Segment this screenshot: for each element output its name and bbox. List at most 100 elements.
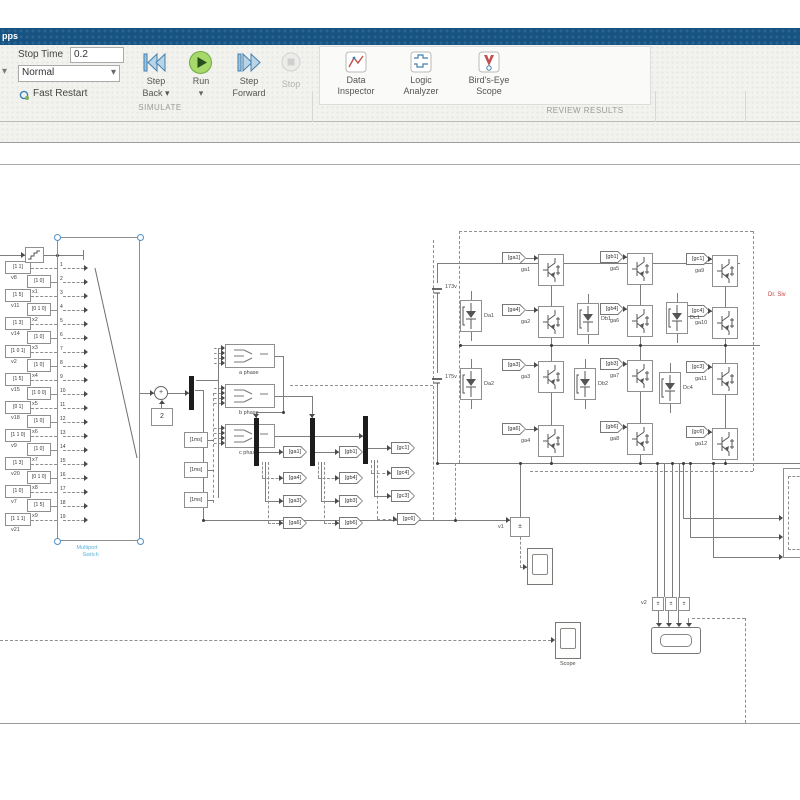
igbt-ga9[interactable] — [712, 255, 738, 287]
diode-Dc4[interactable] — [659, 372, 681, 404]
diode-label: Dc1 — [690, 315, 700, 321]
dc-source[interactable] — [431, 283, 443, 301]
goto-tag[interactable]: [gc3] — [391, 490, 415, 502]
from-tag[interactable]: [ga3] — [502, 359, 526, 371]
delay-block[interactable]: [1ms] — [184, 492, 208, 508]
goto-tag[interactable]: [gc1] — [391, 442, 415, 454]
voltage-measurement-v2[interactable]: ± — [678, 597, 690, 611]
diode-Db1[interactable] — [577, 303, 599, 335]
goto-tag[interactable]: [ga3] — [283, 495, 307, 507]
constant-block[interactable]: [1 0 1] — [5, 345, 31, 358]
wire-arrowhead — [84, 503, 88, 509]
demux-bar[interactable] — [254, 418, 259, 466]
constant-label: x4 — [32, 373, 38, 379]
phase-subsystem[interactable] — [225, 424, 275, 448]
constant-block[interactable]: [1 1 1] — [5, 513, 31, 526]
phase-subsystem[interactable] — [225, 384, 275, 408]
igbt-ga1[interactable] — [538, 254, 564, 286]
igbt-ga12[interactable] — [712, 428, 738, 460]
from-tag[interactable]: [gc3] — [686, 361, 710, 373]
constant-block[interactable]: [1 3] — [5, 317, 31, 330]
constant-label: x5 — [32, 401, 38, 407]
constant-block[interactable]: [1 0] — [27, 275, 51, 288]
igbt-ga7[interactable] — [627, 360, 653, 392]
igbt-ga6[interactable] — [627, 305, 653, 337]
from-tag[interactable]: [gb6] — [600, 421, 624, 433]
constant-block[interactable]: [1 1 0] — [5, 429, 31, 442]
sum-block[interactable]: + — [154, 386, 168, 400]
goto-tag[interactable]: [gc4] — [391, 467, 415, 479]
constant-label: x2 — [32, 317, 38, 323]
diode-Dc1[interactable] — [666, 302, 688, 334]
selection-handle[interactable] — [137, 538, 144, 545]
demux-bar[interactable] — [310, 418, 315, 466]
wire — [214, 428, 221, 429]
igbt-ga10[interactable] — [712, 307, 738, 339]
goto-tag[interactable]: [gb1] — [339, 446, 363, 458]
constant-block[interactable]: [1 5] — [5, 289, 31, 302]
from-tag[interactable]: [gc6] — [686, 426, 710, 438]
powergui-display-block[interactable] — [651, 627, 701, 654]
constant-block[interactable]: [0 1] — [5, 401, 31, 414]
from-tag[interactable]: [gb3] — [600, 358, 624, 370]
constant-block[interactable]: [1 0] — [27, 415, 51, 428]
igbt-ga5[interactable] — [627, 253, 653, 285]
wire — [63, 422, 84, 423]
goto-tag[interactable]: [gb6] — [339, 517, 363, 529]
constant-block[interactable]: [1 3] — [5, 457, 31, 470]
dc-source[interactable] — [431, 373, 443, 391]
constant-block[interactable]: [1 0] — [27, 443, 51, 456]
delay-block[interactable]: [1ms] — [184, 432, 208, 448]
goto-tag[interactable]: [gc6] — [397, 513, 421, 525]
goto-tag[interactable]: [ga6] — [283, 517, 307, 529]
igbt-ga2[interactable] — [538, 306, 564, 338]
goto-tag[interactable]: [ga1] — [283, 446, 307, 458]
igbt-ga8[interactable] — [627, 423, 653, 455]
gain-block[interactable]: 2 — [151, 408, 173, 426]
from-tag[interactable]: [gb4] — [600, 303, 624, 315]
igbt-ga3[interactable] — [538, 361, 564, 393]
phase-subsystem-label: b phase — [239, 410, 259, 416]
delay-block[interactable]: [1ms] — [184, 462, 208, 478]
diode-Da2[interactable] — [460, 368, 482, 400]
wire-arrowhead — [84, 433, 88, 439]
scope-block[interactable] — [555, 622, 581, 659]
model-canvas[interactable]: MultiportSwitch[1 1]v81[1 0]x12[1 5]v113… — [0, 0, 800, 800]
selection-handle[interactable] — [137, 234, 144, 241]
diode-Da1[interactable] — [460, 300, 482, 332]
constant-block[interactable]: [1 0] — [5, 485, 31, 498]
voltage-measurement-v1[interactable]: ± — [510, 517, 530, 537]
constant-label: x1 — [32, 289, 38, 295]
igbt-ga4[interactable] — [538, 425, 564, 457]
wire — [51, 422, 57, 423]
from-tag[interactable]: [gb1] — [600, 251, 624, 263]
junction-dot — [724, 344, 727, 347]
wire — [664, 463, 665, 597]
constant-block[interactable]: [1 0] — [27, 359, 51, 372]
goto-tag[interactable]: [gb4] — [339, 472, 363, 484]
selection-handle[interactable] — [54, 538, 61, 545]
goto-tag[interactable]: [gb3] — [339, 495, 363, 507]
voltage-measurement-v2[interactable]: ± — [652, 597, 664, 611]
constant-block[interactable]: [1 0] — [27, 331, 51, 344]
multiport-switch-label: Multiport — [77, 545, 98, 551]
wire — [63, 450, 84, 451]
signal-builder-block[interactable] — [25, 247, 44, 263]
diode-Db2[interactable] — [574, 368, 596, 400]
goto-tag[interactable]: [ga4] — [283, 472, 307, 484]
from-tag[interactable]: [ga6] — [502, 423, 526, 435]
constant-block[interactable]: [0 1 0] — [27, 471, 51, 484]
constant-block[interactable]: [0 1 0] — [27, 303, 51, 316]
phase-subsystem[interactable] — [225, 344, 275, 368]
constant-block[interactable]: [1 5] — [27, 499, 51, 512]
mux-bar[interactable] — [189, 376, 194, 410]
igbt-ga11[interactable] — [712, 363, 738, 395]
constant-block[interactable]: [1 5] — [5, 373, 31, 386]
selection-handle[interactable] — [54, 234, 61, 241]
demux-bar[interactable] — [363, 416, 368, 464]
constant-block[interactable]: [1 0 0] — [27, 387, 51, 400]
from-tag[interactable]: [ga4] — [502, 304, 526, 316]
voltage-measurement-v2[interactable]: ± — [665, 597, 677, 611]
vm-label: v2 — [641, 600, 647, 606]
scope-block[interactable] — [527, 548, 553, 585]
